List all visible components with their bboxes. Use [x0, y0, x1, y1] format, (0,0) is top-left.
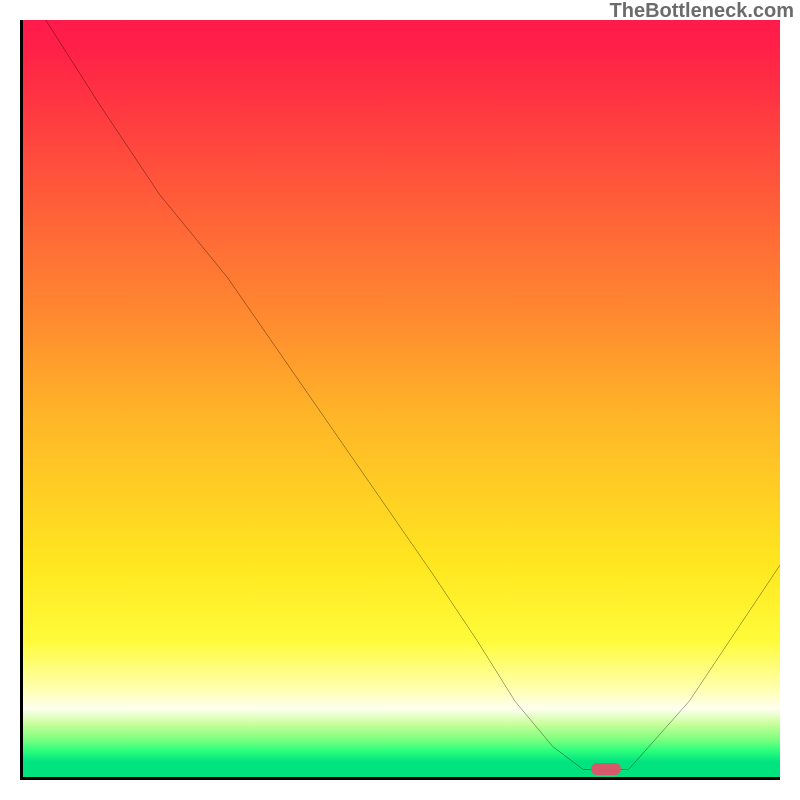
bottleneck-curve-path [46, 20, 780, 769]
plot-area [20, 20, 780, 780]
curve-layer [23, 20, 780, 777]
bottleneck-chart: TheBottleneck.com [0, 0, 800, 800]
optimum-marker [591, 763, 621, 775]
